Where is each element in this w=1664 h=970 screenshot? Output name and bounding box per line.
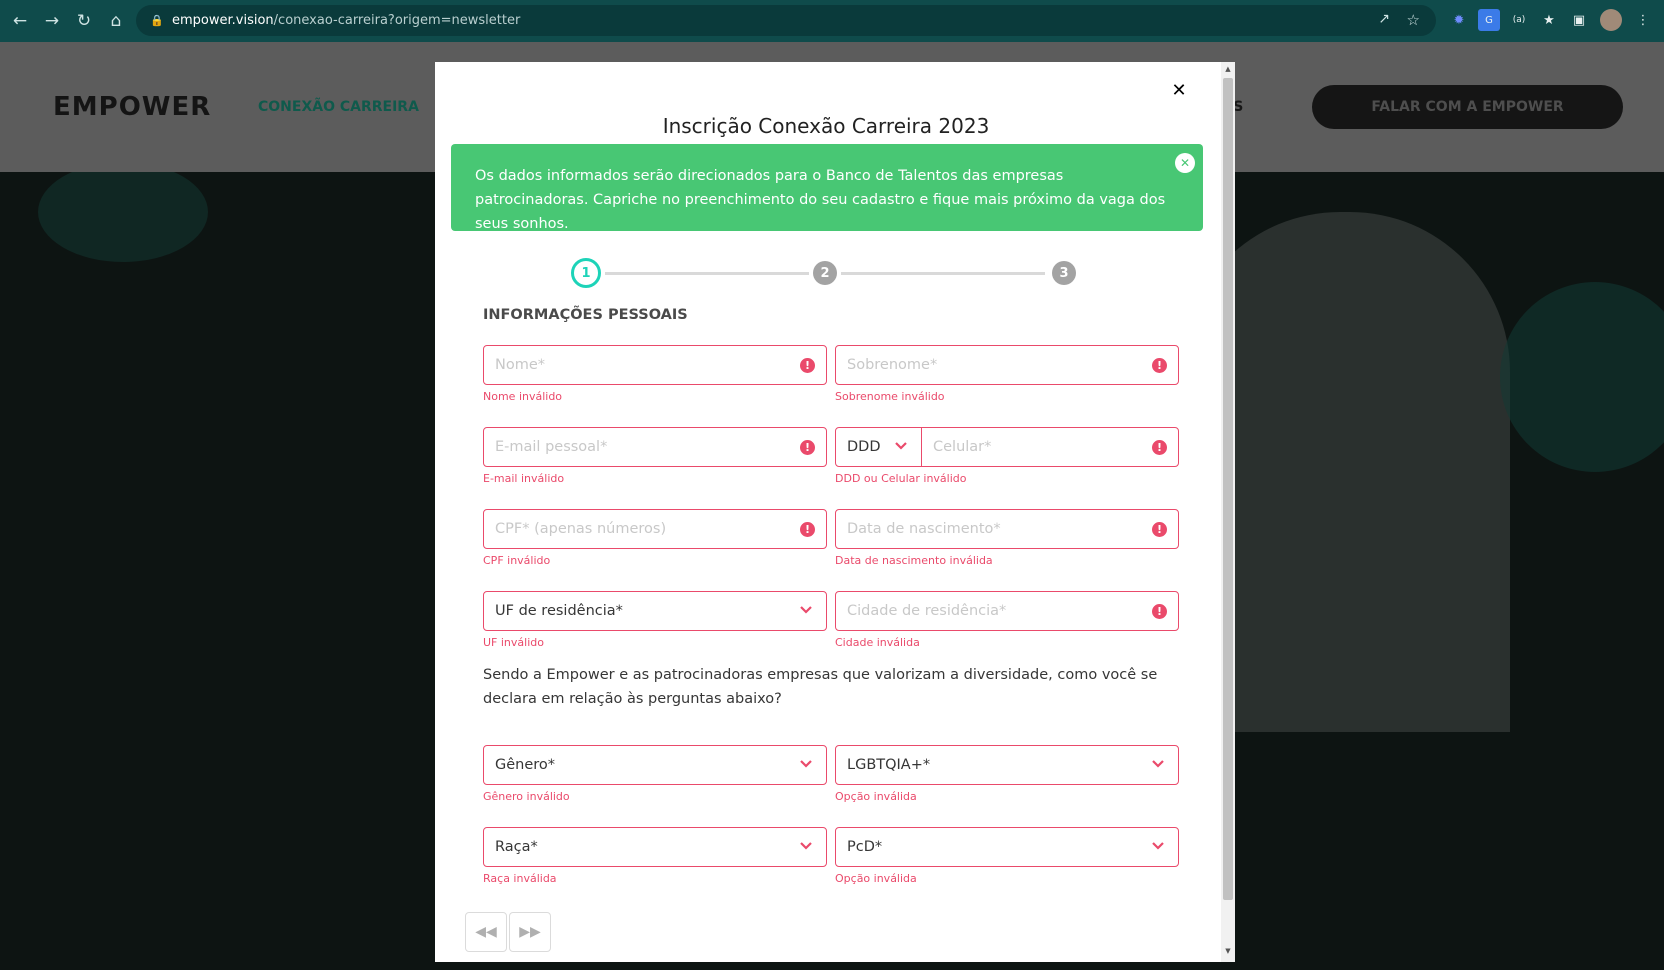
email-field[interactable]: E-mail pessoal* ! — [483, 427, 827, 467]
step-connector — [605, 272, 809, 275]
raca-value: Raça* — [495, 839, 538, 855]
nome-field[interactable]: Nome* ! — [483, 345, 827, 385]
scrollbar-thumb[interactable] — [1223, 78, 1233, 900]
modal-title: Inscrição Conexão Carreira 2023 — [662, 114, 990, 138]
ddd-value: DDD — [847, 439, 881, 455]
exclamation-circle-icon: ! — [800, 522, 815, 537]
decorative-circle — [38, 172, 208, 262]
info-alert: Os dados informados serão direcionados p… — [451, 144, 1203, 232]
cpf-field[interactable]: CPF* (apenas números) ! — [483, 509, 827, 549]
uf-value: UF de residência* — [495, 603, 623, 619]
nascimento-placeholder: Data de nascimento* — [847, 521, 1001, 537]
exclamation-circle-icon: ! — [1152, 604, 1167, 619]
url-text: empower.vision/conexao-carreira?origem=n… — [172, 13, 521, 28]
translate-icon[interactable]: G — [1478, 9, 1500, 31]
chevron-down-icon — [798, 756, 814, 772]
diversity-question: Sendo a Empower e as patrocinadoras empr… — [483, 667, 1158, 707]
scroll-up-icon[interactable]: ▲ — [1223, 65, 1233, 75]
puzzle-icon[interactable]: ★ — [1538, 9, 1560, 31]
double-right-arrow-icon: ▶▶ — [519, 924, 541, 940]
chevron-down-icon — [798, 838, 814, 854]
share-icon[interactable]: ↗ — [1378, 11, 1390, 27]
cpf-placeholder: CPF* (apenas números) — [495, 521, 667, 537]
home-icon[interactable]: ⌂ — [104, 9, 128, 33]
exclamation-circle-icon: ! — [800, 440, 815, 455]
cidade-placeholder: Cidade de residência* — [847, 603, 1007, 619]
lgbt-select[interactable]: LGBTQIA+* — [835, 745, 1179, 785]
reload-icon[interactable]: ↻ — [72, 9, 96, 33]
celular-field[interactable]: Celular* ! — [921, 427, 1179, 467]
close-icon[interactable]: ✕ — [1167, 78, 1191, 102]
cidade-field[interactable]: Cidade de residência* ! — [835, 591, 1179, 631]
raca-error: Raça inválida — [483, 872, 557, 885]
step-1[interactable]: 1 — [571, 258, 601, 288]
back-icon[interactable]: ← — [8, 9, 32, 33]
next-button[interactable]: ▶▶ — [509, 912, 551, 952]
exclamation-circle-icon: ! — [1152, 522, 1167, 537]
chevron-down-icon — [798, 602, 814, 618]
step-connector — [841, 272, 1045, 275]
exclamation-circle-icon: ! — [1152, 440, 1167, 455]
sobrenome-placeholder: Sobrenome* — [847, 357, 938, 373]
email-placeholder: E-mail pessoal* — [495, 439, 608, 455]
avatar[interactable] — [1600, 9, 1622, 31]
lgbt-value: LGBTQIA+* — [847, 757, 931, 773]
bookmark-star-icon[interactable]: ☆ — [1407, 11, 1420, 29]
nome-error: Nome inválido — [483, 390, 563, 403]
alert-close-icon[interactable]: ✕ — [1175, 153, 1195, 173]
uf-error: UF inválido — [483, 636, 544, 649]
previous-button[interactable]: ◀◀ — [465, 912, 507, 952]
stepper: 1 2 3 — [571, 256, 1079, 290]
step-3[interactable]: 3 — [1052, 261, 1076, 285]
nav-conexao-carreira: CONEXÃO CARREIRA — [258, 99, 419, 115]
cidade-error: Cidade inválida — [835, 636, 920, 649]
pcd-select[interactable]: PcD* — [835, 827, 1179, 867]
genero-select[interactable]: Gênero* — [483, 745, 827, 785]
extension-icon[interactable]: (a) — [1508, 9, 1530, 31]
lgbt-error: Opção inválida — [835, 790, 917, 803]
alert-text: Os dados informados serão direcionados p… — [475, 168, 1166, 232]
chevron-down-icon — [1150, 756, 1166, 772]
genero-error: Gênero inválido — [483, 790, 570, 803]
exclamation-circle-icon: ! — [1152, 358, 1167, 373]
browser-toolbar: ← → ↻ ⌂ 🔒 empower.vision/conexao-carreir… — [0, 0, 1664, 42]
cpf-error: CPF inválido — [483, 554, 551, 567]
chevron-down-icon — [1150, 838, 1166, 854]
registration-modal: ✕ Inscrição Conexão Carreira 2023 Os dad… — [435, 62, 1235, 962]
address-bar[interactable]: 🔒 empower.vision/conexao-carreira?origem… — [136, 5, 1436, 36]
ddd-select[interactable]: DDD — [835, 427, 922, 467]
pcd-error: Opção inválida — [835, 872, 917, 885]
scroll-down-icon[interactable]: ▼ — [1223, 947, 1233, 957]
forward-icon[interactable]: → — [40, 9, 64, 33]
extension-gear-icon[interactable]: ✹ — [1448, 9, 1470, 31]
chevron-down-icon — [893, 438, 909, 454]
side-panel-icon[interactable]: ▣ — [1568, 9, 1590, 31]
sobrenome-field[interactable]: Sobrenome* ! — [835, 345, 1179, 385]
uf-select[interactable]: UF de residência* — [483, 591, 827, 631]
raca-select[interactable]: Raça* — [483, 827, 827, 867]
nascimento-error: Data de nascimento inválida — [835, 554, 993, 567]
decorative-circle — [1500, 282, 1664, 472]
email-error: E-mail inválido — [483, 472, 565, 485]
nome-placeholder: Nome* — [495, 357, 546, 373]
pcd-value: PcD* — [847, 839, 883, 855]
empower-logo: EMPOWER — [53, 92, 212, 122]
falar-com-empower-button: FALAR COM A EMPOWER — [1312, 85, 1623, 129]
celular-placeholder: Celular* — [933, 439, 992, 455]
nascimento-field[interactable]: Data de nascimento* ! — [835, 509, 1179, 549]
menu-kebab-icon[interactable]: ⋮ — [1632, 9, 1654, 31]
modal-scrollbar[interactable]: ▲ ▼ — [1221, 62, 1235, 962]
lock-icon: 🔒 — [150, 14, 164, 27]
genero-value: Gênero* — [495, 757, 556, 773]
exclamation-circle-icon: ! — [800, 358, 815, 373]
step-2[interactable]: 2 — [813, 261, 837, 285]
section-title: INFORMAÇÕES PESSOAIS — [483, 307, 688, 323]
sobrenome-error: Sobrenome inválido — [835, 390, 945, 403]
celular-error: DDD ou Celular inválido — [835, 472, 967, 485]
double-left-arrow-icon: ◀◀ — [475, 924, 497, 940]
